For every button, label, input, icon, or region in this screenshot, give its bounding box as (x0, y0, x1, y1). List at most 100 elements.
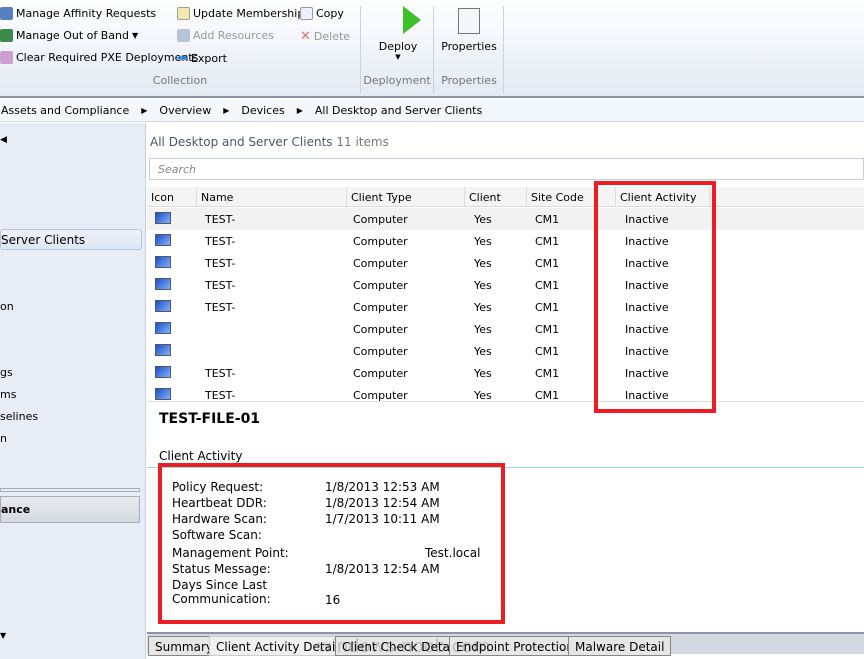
label: Copy (316, 7, 344, 20)
computer-icon (155, 256, 171, 268)
breadcrumb-item[interactable]: Devices (241, 104, 284, 117)
nav-item[interactable]: on (0, 300, 14, 313)
nav-item-selected[interactable]: Server Clients (0, 229, 142, 250)
cell-client: Yes (474, 279, 492, 292)
export-button[interactable]: ➦ Export (177, 51, 227, 66)
table-row[interactable]: TEST- Computer Yes CM1 Inactive (147, 362, 864, 384)
page-title: All Desktop and Server Clients 11 items (150, 135, 389, 149)
table-row[interactable]: Computer Yes CM1 Inactive (147, 318, 864, 340)
nav-item[interactable]: gs (0, 366, 13, 379)
table-row[interactable]: TEST- Computer Yes CM1 Inactive (147, 208, 864, 230)
table-row[interactable]: Computer Yes CM1 Inactive (147, 340, 864, 362)
label: Add Resources (193, 29, 274, 42)
cell-client: Yes (474, 323, 492, 336)
computer-icon (155, 388, 171, 400)
delete-x-icon: ✕ (300, 29, 311, 44)
cell-client-type: Computer (353, 301, 408, 314)
collapse-icon[interactable]: ◀ (0, 135, 139, 145)
navigation-pane: ◀ Server Clients on gs ms selines n ance… (0, 123, 146, 659)
column-header-icon[interactable]: Icon (147, 187, 197, 207)
column-header-name[interactable]: Name (197, 187, 347, 207)
title-text: All Desktop and Server Clients (150, 135, 333, 149)
cell-client: Yes (474, 213, 492, 226)
detail-title: TEST-FILE-01 (159, 411, 261, 427)
highlight-box (594, 181, 716, 413)
table-row[interactable]: TEST- Computer Yes CM1 Inactive (147, 296, 864, 318)
dropdown-arrow-icon: ▼ (131, 31, 139, 40)
delete-button[interactable]: ✕ Delete (300, 29, 350, 44)
breadcrumb-item[interactable]: All Desktop and Server Clients (315, 104, 482, 117)
properties-icon (458, 8, 480, 34)
computer-icon (155, 322, 171, 334)
search-input[interactable]: Search (149, 158, 864, 180)
copy-icon (300, 7, 313, 20)
cell-client-type: Computer (353, 213, 408, 226)
label: Properties (441, 40, 497, 53)
cell-client: Yes (474, 257, 492, 270)
cell-site-code: CM1 (535, 235, 560, 248)
cell-client: Yes (474, 301, 492, 314)
workspace-button[interactable]: ance (0, 496, 140, 523)
cell-site-code: CM1 (535, 323, 560, 336)
breadcrumb-item[interactable]: Assets and Compliance (1, 104, 129, 117)
copy-button[interactable]: Copy (300, 7, 344, 20)
manage-out-of-band-button[interactable]: Manage Out of Band ▼ (0, 29, 138, 42)
nav-item[interactable]: selines (0, 410, 38, 423)
item-count: 11 items (336, 135, 389, 149)
label: Clear Required PXE Deployments (16, 51, 199, 64)
highlight-box (158, 463, 505, 624)
eraser-icon (0, 51, 13, 64)
cell-client-type: Computer (353, 257, 408, 270)
properties-button[interactable]: Properties (436, 8, 502, 53)
tab-malware-detail[interactable]: Malware Detail (568, 636, 672, 656)
board-icon (0, 29, 13, 42)
cell-client: Yes (474, 235, 492, 248)
watermark: windows-noob.com (317, 636, 491, 657)
breadcrumb: Assets and Compliance ▶ Overview ▶ Devices… (0, 100, 864, 122)
breadcrumb-item[interactable]: Overview (159, 104, 211, 117)
table-row[interactable]: TEST- Computer Yes CM1 Inactive (147, 252, 864, 274)
label: Update Membership (193, 7, 305, 20)
cell-name: TEST- (205, 213, 236, 226)
cell-client-type: Computer (353, 345, 408, 358)
users-icon (0, 7, 13, 20)
nav-item[interactable]: ms (0, 388, 16, 401)
cell-site-code: CM1 (535, 345, 560, 358)
cell-name: TEST- (205, 235, 236, 248)
deploy-arrow-icon (403, 6, 421, 34)
computer-icon (155, 344, 171, 356)
splitter[interactable] (0, 488, 140, 492)
cell-name: TEST- (205, 257, 236, 270)
cell-name: TEST- (205, 279, 236, 292)
computer-icon (177, 29, 190, 42)
update-membership-button[interactable]: Update Membership (177, 7, 304, 20)
column-header-client[interactable]: Client (465, 187, 527, 207)
cell-site-code: CM1 (535, 301, 560, 314)
label: Manage Out of Band (16, 29, 129, 42)
cell-site-code: CM1 (535, 367, 560, 380)
table-row[interactable]: TEST- Computer Yes CM1 Inactive (147, 274, 864, 296)
export-arrow-icon: ➦ (177, 51, 188, 66)
add-resources-button[interactable]: Add Resources (177, 29, 274, 42)
manage-affinity-requests-button[interactable]: Manage Affinity Requests (0, 7, 156, 20)
table-row[interactable]: TEST- Computer Yes CM1 Inactive (147, 230, 864, 252)
label: Export (190, 52, 227, 65)
cell-client-type: Computer (353, 367, 408, 380)
scroll-down-icon[interactable]: ▼ (0, 631, 141, 640)
cell-client-type: Computer (353, 323, 408, 336)
clear-pxe-button[interactable]: Clear Required PXE Deployments (0, 51, 198, 64)
section-title: Client Activity (159, 449, 243, 463)
nav-item[interactable]: n (0, 432, 7, 445)
computer-icon (155, 366, 171, 378)
ribbon: Manage Affinity Requests Manage Out of B… (0, 0, 864, 98)
column-header-client-type[interactable]: Client Type (347, 187, 465, 207)
cell-client: Yes (474, 345, 492, 358)
cell-site-code: CM1 (535, 213, 560, 226)
deploy-button[interactable]: Deploy ▼ (366, 6, 430, 61)
group-label-collection: Collection (152, 74, 208, 87)
cell-name: TEST- (205, 367, 236, 380)
cell-name: TEST- (205, 301, 236, 314)
group-label-deployment: Deployment (363, 74, 431, 87)
computer-icon (155, 278, 171, 290)
label: Deploy (378, 40, 418, 53)
